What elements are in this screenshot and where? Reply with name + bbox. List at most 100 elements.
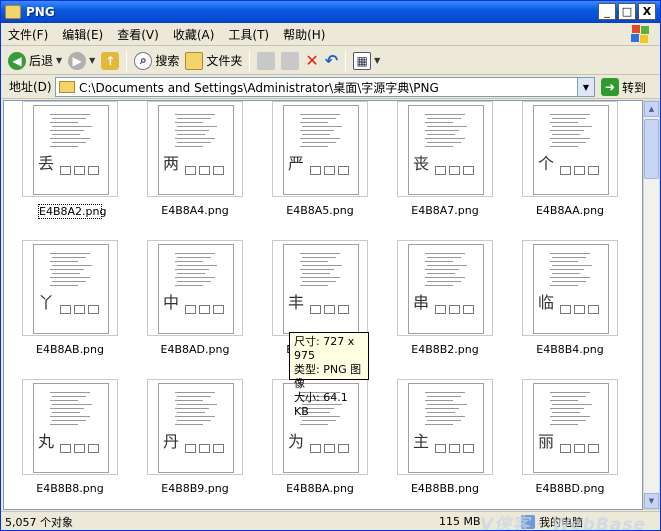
preview-glyph-box bbox=[588, 166, 599, 175]
address-dropdown-button[interactable]: ▼ bbox=[577, 78, 594, 96]
preview-glyph-box bbox=[574, 305, 585, 314]
menu-edit[interactable]: 编辑(E) bbox=[55, 26, 110, 43]
file-name[interactable]: E4B8AB.png bbox=[10, 343, 130, 356]
preview-text-line bbox=[302, 134, 330, 135]
file-thumbnail[interactable]: 丽 bbox=[522, 379, 618, 475]
copy-to-button[interactable] bbox=[278, 49, 302, 73]
preview-text-line bbox=[550, 400, 578, 401]
preview-text-line bbox=[52, 118, 86, 119]
preview-glyph: 丸 bbox=[38, 432, 55, 451]
preview-text-line bbox=[550, 285, 578, 286]
file-name[interactable]: E4B8AD.png bbox=[135, 343, 255, 356]
preview-text-line bbox=[425, 253, 465, 254]
menu-tools[interactable]: 工具(T) bbox=[221, 26, 276, 43]
file-tooltip: 尺寸: 727 x 975 类型: PNG 图像 大小: 64.1 KB bbox=[289, 332, 369, 418]
go-button[interactable]: ➜ 转到 bbox=[601, 78, 646, 96]
preview-glyph-box bbox=[588, 305, 599, 314]
file-thumbnail[interactable]: 严 bbox=[272, 101, 368, 197]
preview-glyph-box bbox=[560, 166, 571, 175]
up-folder-button[interactable]: ↑ bbox=[98, 49, 122, 73]
go-arrow-icon: ➜ bbox=[601, 78, 619, 96]
preview-text-line bbox=[175, 138, 215, 139]
folder-icon bbox=[59, 81, 75, 93]
file-name[interactable]: E4B8A5.png bbox=[260, 204, 380, 217]
file-name[interactable]: E4B8A2.png bbox=[38, 204, 106, 219]
windows-logo-icon bbox=[624, 24, 654, 44]
preview-text-line bbox=[175, 122, 203, 123]
preview-text-line bbox=[425, 408, 459, 409]
forward-button[interactable]: ▶ ▼ bbox=[65, 49, 98, 73]
close-button[interactable]: X bbox=[638, 3, 656, 20]
file-name[interactable]: E4B8BD.png bbox=[510, 482, 630, 495]
file-thumbnail[interactable]: 临 bbox=[522, 240, 618, 336]
menu-favorites[interactable]: 收藏(A) bbox=[166, 26, 222, 43]
delete-button[interactable]: ✕ bbox=[302, 49, 321, 73]
preview-text-line bbox=[427, 142, 461, 143]
search-label: 搜索 bbox=[155, 54, 180, 68]
file-name[interactable]: E4B8B2.png bbox=[385, 343, 505, 356]
title-bar[interactable]: PNG _ □ X bbox=[1, 1, 660, 23]
menu-file[interactable]: 文件(F) bbox=[1, 26, 55, 43]
preview-text-line bbox=[427, 404, 467, 405]
scroll-up-arrow[interactable]: ▲ bbox=[644, 101, 659, 117]
preview-text-line bbox=[52, 396, 86, 397]
preview-text-line bbox=[425, 261, 453, 262]
file-thumbnail[interactable]: 丸 bbox=[22, 379, 118, 475]
scroll-down-arrow[interactable]: ▼ bbox=[644, 493, 659, 509]
preview-text-line bbox=[175, 277, 215, 278]
minimize-button[interactable]: _ bbox=[598, 3, 616, 20]
preview-text-line bbox=[50, 424, 78, 425]
back-button[interactable]: ◀ 后退 ▼ bbox=[5, 49, 65, 73]
file-thumbnail[interactable]: 丢 bbox=[22, 101, 118, 197]
preview-text-line bbox=[300, 424, 328, 425]
vertical-scrollbar[interactable]: ▲ ▼ bbox=[643, 100, 660, 510]
preview-glyph-box bbox=[435, 444, 446, 453]
menu-help[interactable]: 帮助(H) bbox=[276, 26, 332, 43]
file-thumbnail[interactable]: 中 bbox=[147, 240, 243, 336]
preview-text-line bbox=[552, 404, 592, 405]
file-name[interactable]: E4B8B9.png bbox=[135, 482, 255, 495]
file-name[interactable]: E4B8B8.png bbox=[10, 482, 130, 495]
preview-text-line bbox=[552, 265, 592, 266]
file-name[interactable]: E4B8AA.png bbox=[510, 204, 630, 217]
preview-text-line bbox=[177, 404, 217, 405]
preview-text-line bbox=[175, 285, 203, 286]
maximize-button[interactable]: □ bbox=[618, 3, 636, 20]
scroll-thumb[interactable] bbox=[644, 119, 659, 179]
preview-glyph: 丹 bbox=[163, 432, 180, 451]
file-thumbnail[interactable]: 丰 bbox=[272, 240, 368, 336]
file-name[interactable]: E4B8A4.png bbox=[135, 204, 255, 217]
page-preview: 串 bbox=[408, 244, 484, 334]
address-input[interactable]: C:\Documents and Settings\Administrator\… bbox=[55, 77, 595, 97]
preview-text-line bbox=[425, 285, 453, 286]
delete-icon: ✕ bbox=[305, 51, 319, 70]
file-name[interactable]: E4B8A7.png bbox=[385, 204, 505, 217]
preview-glyph-box bbox=[74, 305, 85, 314]
preview-glyph-box bbox=[449, 166, 460, 175]
file-thumbnail[interactable]: 个 bbox=[522, 101, 618, 197]
preview-text-line bbox=[52, 420, 86, 421]
file-name[interactable]: E4B8BB.png bbox=[385, 482, 505, 495]
preview-text-line bbox=[425, 392, 465, 393]
file-list[interactable]: 丢 E4B8A2.png 两 E4B8A4.png 严 E4B8A5.png 丧 E4B8A7… bbox=[3, 100, 643, 510]
file-name[interactable]: E4B8B4.png bbox=[510, 343, 630, 356]
preview-text-line bbox=[425, 416, 465, 417]
file-name[interactable]: E4B8BA.png bbox=[260, 482, 380, 495]
menu-view[interactable]: 查看(V) bbox=[110, 26, 166, 43]
preview-text-line bbox=[550, 408, 584, 409]
toolbar-separator bbox=[345, 50, 347, 71]
folders-button[interactable]: 文件夹 bbox=[182, 49, 245, 73]
file-thumbnail[interactable]: 丹 bbox=[147, 379, 243, 475]
move-to-button[interactable] bbox=[254, 49, 278, 73]
page-preview: 丽 bbox=[533, 383, 609, 473]
preview-text-line bbox=[177, 118, 211, 119]
file-thumbnail[interactable]: 主 bbox=[397, 379, 493, 475]
file-thumbnail[interactable]: 丧 bbox=[397, 101, 493, 197]
file-thumbnail[interactable]: 两 bbox=[147, 101, 243, 197]
undo-button[interactable]: ↶ bbox=[322, 49, 341, 73]
views-button[interactable]: ▦ ▼ bbox=[350, 49, 383, 73]
file-thumbnail[interactable]: 串 bbox=[397, 240, 493, 336]
search-button[interactable]: ⌕ 搜索 bbox=[131, 49, 182, 73]
file-thumbnail[interactable]: 丫 bbox=[22, 240, 118, 336]
toolbar: ◀ 后退 ▼ ▶ ▼ ↑ ⌕ 搜索 文件夹 ✕ ↶ ▦ ▼ bbox=[1, 47, 660, 75]
